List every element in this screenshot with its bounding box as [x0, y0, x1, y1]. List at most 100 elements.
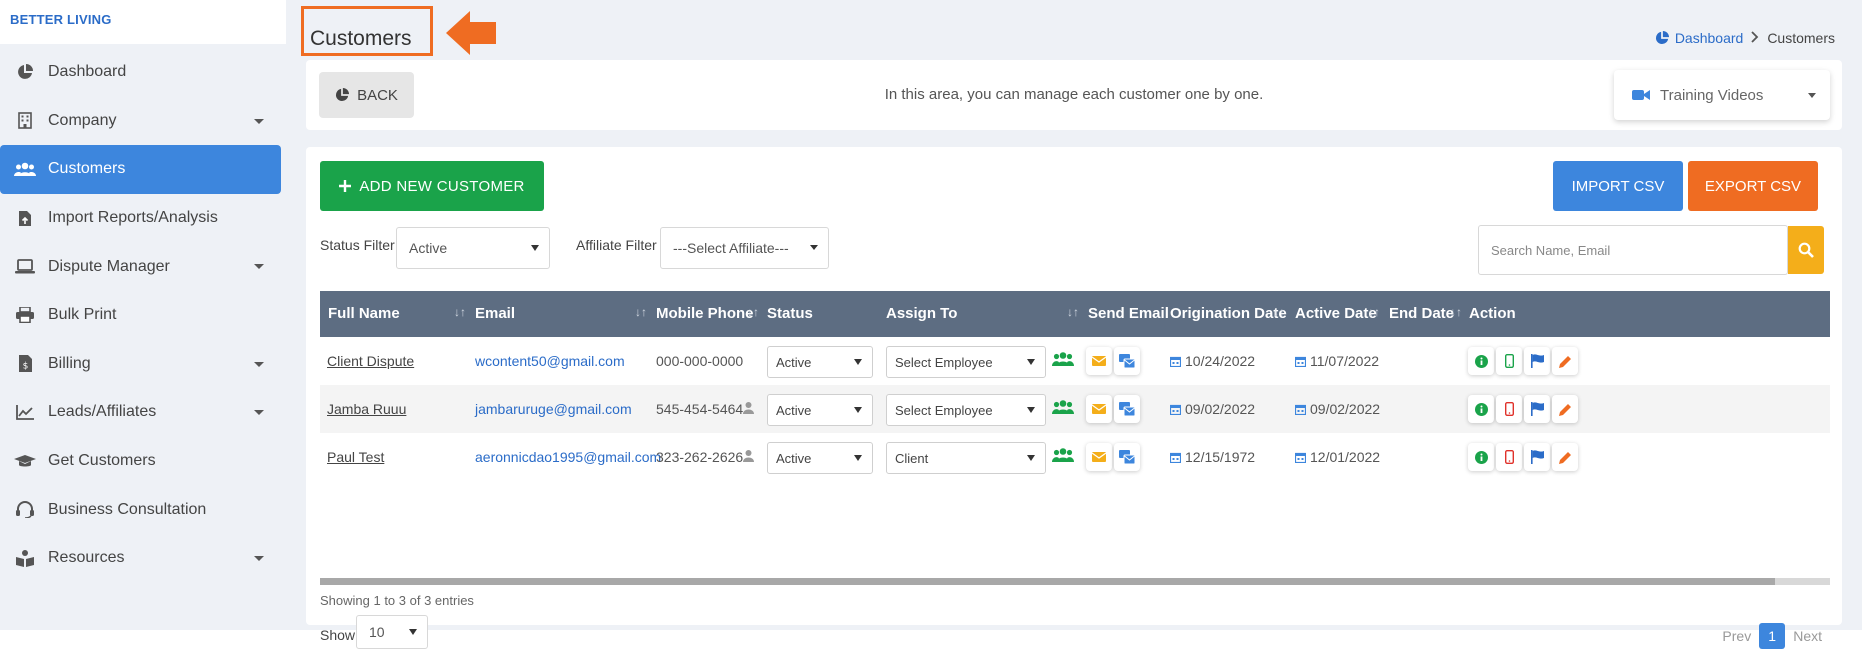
status-select[interactable]: Active — [767, 346, 873, 378]
calendar-icon — [1170, 404, 1181, 415]
status-select[interactable]: Active — [767, 394, 873, 426]
sort-icon[interactable]: ↓↑ — [1067, 305, 1079, 319]
prev-page-button[interactable]: Prev — [1722, 628, 1751, 644]
caret-down-icon — [854, 359, 862, 365]
graduation-cap-icon — [14, 452, 36, 470]
assign-to-select[interactable]: Client — [886, 442, 1046, 474]
book-reader-icon — [14, 549, 36, 567]
add-new-customer-button[interactable]: ADD NEW CUSTOMER — [320, 161, 544, 211]
user-icon — [743, 402, 754, 414]
column-email[interactable]: Email — [475, 305, 515, 322]
sort-icon[interactable]: ↓↑ — [747, 305, 759, 319]
assign-to-select[interactable]: Select Employee — [886, 394, 1046, 426]
origination-date: 10/24/2022 — [1170, 353, 1255, 369]
sidebar-item-company[interactable]: Company — [0, 97, 286, 146]
edit-button[interactable] — [1552, 347, 1578, 375]
sort-icon[interactable]: ↓↑ — [1368, 305, 1380, 319]
sort-icon[interactable]: ↓↑ — [635, 305, 647, 319]
customers-card: ADD NEW CUSTOMER IMPORT CSV EXPORT CSV S… — [306, 147, 1842, 649]
customer-phone: 323-262-2626 — [656, 449, 744, 465]
page-1-button[interactable]: 1 — [1759, 623, 1786, 649]
sidebar-item-customers[interactable]: Customers — [0, 145, 281, 194]
affiliate-filter-select[interactable]: ---Select Affiliate--- — [660, 227, 829, 269]
status-filter-select[interactable]: Active — [396, 227, 550, 269]
column-active-date[interactable]: Active Date — [1295, 305, 1377, 322]
sidebar-item-billing[interactable]: $ Billing — [0, 340, 286, 389]
arrow-left-icon — [446, 11, 496, 55]
column-assign-to[interactable]: Assign To — [886, 305, 957, 322]
edit-button[interactable] — [1552, 395, 1578, 423]
customer-email-link[interactable]: wcontent50@gmail.com — [475, 353, 625, 369]
column-mobile-phone[interactable]: Mobile Phone — [656, 305, 754, 322]
assign-to-select[interactable]: Select Employee — [886, 346, 1046, 378]
sidebar-item-dispute-manager[interactable]: Dispute Manager — [0, 242, 286, 291]
sidebar-item-bulk-print[interactable]: Bulk Print — [0, 291, 286, 340]
import-csv-button[interactable]: IMPORT CSV — [1553, 161, 1683, 211]
send-bulk-email-button[interactable] — [1114, 347, 1140, 375]
next-page-button[interactable]: Next — [1793, 628, 1822, 644]
laptop-icon — [14, 258, 36, 276]
send-email-button[interactable] — [1086, 347, 1112, 375]
sort-icon[interactable]: ↓↑ — [1450, 305, 1462, 319]
status-select[interactable]: Active — [767, 442, 873, 474]
plus-icon — [339, 180, 352, 192]
sidebar-item-import-reports[interactable]: Import Reports/Analysis — [0, 194, 286, 243]
users-group-icon[interactable] — [1052, 447, 1074, 463]
mobile-button[interactable] — [1496, 443, 1522, 471]
column-status[interactable]: Status — [767, 305, 813, 322]
send-email-button[interactable] — [1086, 443, 1112, 471]
sidebar-item-business-consultation[interactable]: Business Consultation — [0, 485, 286, 534]
flag-button[interactable] — [1524, 395, 1550, 423]
send-email-button[interactable] — [1086, 395, 1112, 423]
mobile-button[interactable] — [1496, 395, 1522, 423]
calendar-icon — [1295, 404, 1306, 415]
training-videos-dropdown[interactable]: Training Videos — [1614, 70, 1830, 120]
customer-email-link[interactable]: jambaruruge@gmail.com — [475, 401, 632, 417]
sidebar-item-label: Business Consultation — [48, 500, 207, 518]
mobile-button[interactable] — [1496, 347, 1522, 375]
sidebar-item-leads-affiliates[interactable]: Leads/Affiliates — [0, 388, 286, 437]
table-row: Paul Test aeronnicdao1995@gmail.com 323-… — [320, 433, 1830, 481]
info-button[interactable] — [1468, 395, 1494, 423]
flag-button[interactable] — [1524, 443, 1550, 471]
sort-icon[interactable]: ↓↑ — [1273, 305, 1285, 319]
flag-button[interactable] — [1524, 347, 1550, 375]
sidebar-item-label: Resources — [48, 549, 125, 567]
send-bulk-email-button[interactable] — [1114, 443, 1140, 471]
customer-email-link[interactable]: aeronnicdao1995@gmail.com — [475, 449, 661, 465]
sort-icon[interactable]: ↓↑ — [454, 305, 466, 319]
column-full-name[interactable]: Full Name — [328, 305, 400, 322]
users-group-icon[interactable] — [1052, 351, 1074, 367]
column-origination-date[interactable]: Origination Date — [1170, 305, 1287, 322]
active-date: 12/01/2022 — [1295, 449, 1380, 465]
chart-pie-icon — [1655, 31, 1669, 45]
horizontal-scrollbar-thumb[interactable] — [320, 578, 1775, 585]
sidebar: BETTER LIVING Dashboard Company Customer… — [0, 0, 286, 630]
customer-name-link[interactable]: Paul Test — [327, 449, 384, 465]
user-icon — [743, 450, 754, 462]
sidebar-item-label: Billing — [48, 354, 91, 372]
breadcrumb-home[interactable]: Dashboard — [1655, 30, 1743, 46]
search-input[interactable]: Search Name, Email — [1478, 225, 1788, 275]
sidebar-item-label: Dashboard — [48, 63, 127, 81]
caret-down-icon — [1808, 93, 1816, 98]
sidebar-item-label: Dispute Manager — [48, 257, 170, 275]
info-button[interactable] — [1468, 443, 1494, 471]
sidebar-item-resources[interactable]: Resources — [0, 534, 286, 583]
send-bulk-email-button[interactable] — [1114, 395, 1140, 423]
customer-name-link[interactable]: Jamba Ruuu — [327, 401, 406, 417]
info-button[interactable] — [1468, 347, 1494, 375]
origination-date: 09/02/2022 — [1170, 401, 1255, 417]
brand-logo[interactable]: BETTER LIVING — [0, 0, 286, 44]
sidebar-item-get-customers[interactable]: Get Customers — [0, 437, 286, 486]
export-csv-button[interactable]: EXPORT CSV — [1688, 161, 1818, 211]
table-row: Jamba Ruuu jambaruruge@gmail.com 545-454… — [320, 385, 1830, 433]
column-end-date[interactable]: End Date — [1389, 305, 1454, 322]
edit-button[interactable] — [1552, 443, 1578, 471]
customer-name-link[interactable]: Client Dispute — [327, 353, 414, 369]
users-group-icon[interactable] — [1052, 399, 1074, 415]
sidebar-item-dashboard[interactable]: Dashboard — [0, 48, 286, 97]
search-button[interactable] — [1788, 226, 1824, 274]
page-size-select[interactable]: 10 — [356, 615, 428, 649]
page-title-highlight: Customers — [301, 6, 433, 56]
